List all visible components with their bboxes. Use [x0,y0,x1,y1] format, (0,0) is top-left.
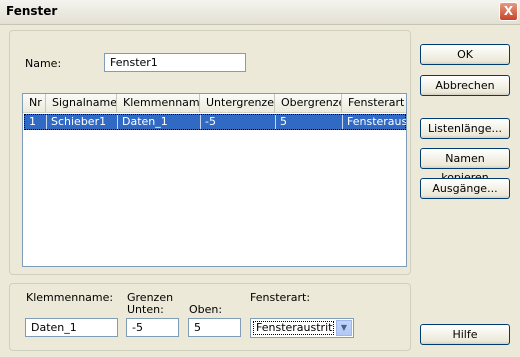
cell-untergrenze: -5 [201,115,276,129]
column-header-fensterart[interactable]: Fensterart [342,94,406,112]
cell-klemmenname: Daten_1 [118,115,201,129]
column-header-untergrenze[interactable]: Untergrenze [200,94,275,112]
signal-table[interactable]: Nr Signalname Klemmenname Untergrenze Ob… [22,93,407,267]
table-header: Nr Signalname Klemmenname Untergrenze Ob… [23,94,406,113]
cell-nr: 1 [25,115,47,129]
name-label: Name: [25,57,62,70]
dialog-window: Fenster X Name: Fenster1 Nr Signalname K… [0,0,520,357]
namen-kopieren-button[interactable]: Namen kopieren [420,148,510,184]
column-header-obergrenze[interactable]: Obergrenze [275,94,342,112]
ausgaenge-button[interactable]: Ausgänge... [420,178,510,199]
chevron-down-icon[interactable]: ▼ [336,320,352,336]
column-header-signalname[interactable]: Signalname [46,94,117,112]
listenlaenge-button[interactable]: Listenlänge... [420,118,510,139]
unten-input[interactable]: -5 [126,318,179,337]
ok-button[interactable]: OK [420,44,510,65]
close-icon[interactable]: X [499,2,518,21]
cancel-button[interactable]: Abbrechen [420,75,510,96]
klemmenname-label: Klemmenname: [26,291,114,304]
fensterart-label: Fensterart: [250,291,311,304]
cell-obergrenze: 5 [276,115,343,129]
oben-input[interactable]: 5 [188,318,241,337]
klemmenname-input[interactable]: Daten_1 [25,318,118,337]
cell-signalname: Schieber1 [47,115,118,129]
fensterart-selected-value: Fensteraustritt [253,321,334,335]
cell-fensterart: Fensteraust [347,115,407,128]
column-header-klemmenname[interactable]: Klemmenname [117,94,200,112]
window-title: Fenster [6,4,58,18]
column-header-nr[interactable]: Nr [23,94,46,112]
title-bar[interactable]: Fenster X [0,0,520,25]
table-row[interactable]: 1 Schieber1 Daten_1 -5 5 Fensteraust [24,114,406,130]
unten-label: Unten: [127,303,164,316]
oben-label: Oben: [189,303,223,316]
help-button[interactable]: Hilfe [420,324,510,345]
fensterart-select[interactable]: Fensteraustritt ▼ [250,318,354,338]
name-input[interactable]: Fenster1 [104,53,246,72]
